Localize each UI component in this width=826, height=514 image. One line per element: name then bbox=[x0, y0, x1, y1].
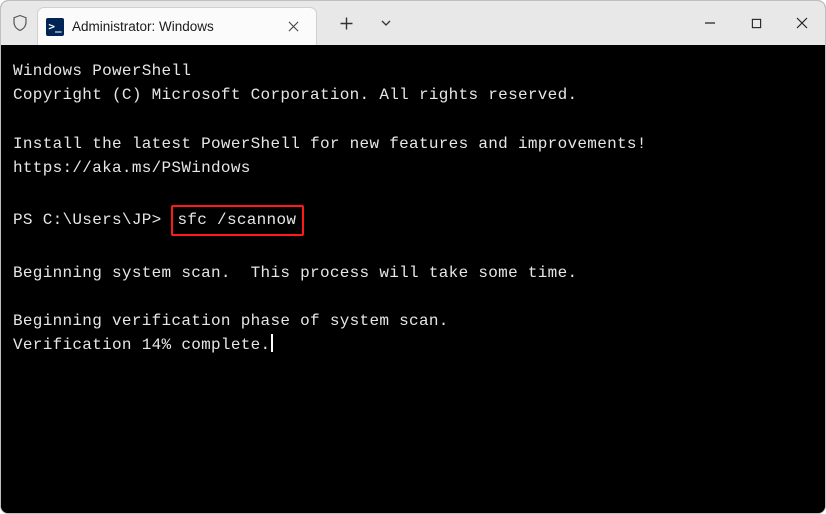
maximize-button[interactable] bbox=[733, 1, 779, 45]
scan-begin-line: Beginning system scan. This process will… bbox=[13, 264, 577, 282]
titlebar-left: >_ Administrator: Windows bbox=[1, 1, 317, 45]
window-controls bbox=[687, 1, 825, 45]
prompt: PS C:\Users\JP> bbox=[13, 211, 171, 229]
titlebar-drag-area[interactable] bbox=[403, 1, 687, 45]
active-tab[interactable]: >_ Administrator: Windows bbox=[37, 7, 317, 45]
tab-title: Administrator: Windows bbox=[72, 19, 214, 34]
terminal-window: >_ Administrator: Windows bbox=[0, 0, 826, 514]
banner-line-1: Windows PowerShell bbox=[13, 62, 191, 80]
text-cursor bbox=[271, 334, 273, 352]
powershell-icon: >_ bbox=[46, 18, 64, 36]
verification-progress-line: Verification 14% complete. bbox=[13, 336, 270, 354]
command-highlight: sfc /scannow bbox=[171, 205, 304, 236]
minimize-button[interactable] bbox=[687, 1, 733, 45]
command-text: sfc /scannow bbox=[177, 211, 296, 229]
shield-icon bbox=[9, 12, 31, 34]
tab-close-button[interactable] bbox=[280, 14, 306, 40]
terminal-content[interactable]: Windows PowerShell Copyright (C) Microso… bbox=[1, 45, 825, 513]
close-button[interactable] bbox=[779, 1, 825, 45]
titlebar: >_ Administrator: Windows bbox=[1, 1, 825, 45]
banner-line-2: Copyright (C) Microsoft Corporation. All… bbox=[13, 86, 577, 104]
tab-dropdown-button[interactable] bbox=[369, 8, 403, 38]
tabstrip-actions bbox=[317, 1, 403, 45]
verification-phase-line: Beginning verification phase of system s… bbox=[13, 312, 449, 330]
install-url-line: https://aka.ms/PSWindows bbox=[13, 159, 251, 177]
install-hint-line: Install the latest PowerShell for new fe… bbox=[13, 135, 647, 153]
new-tab-button[interactable] bbox=[329, 8, 363, 38]
